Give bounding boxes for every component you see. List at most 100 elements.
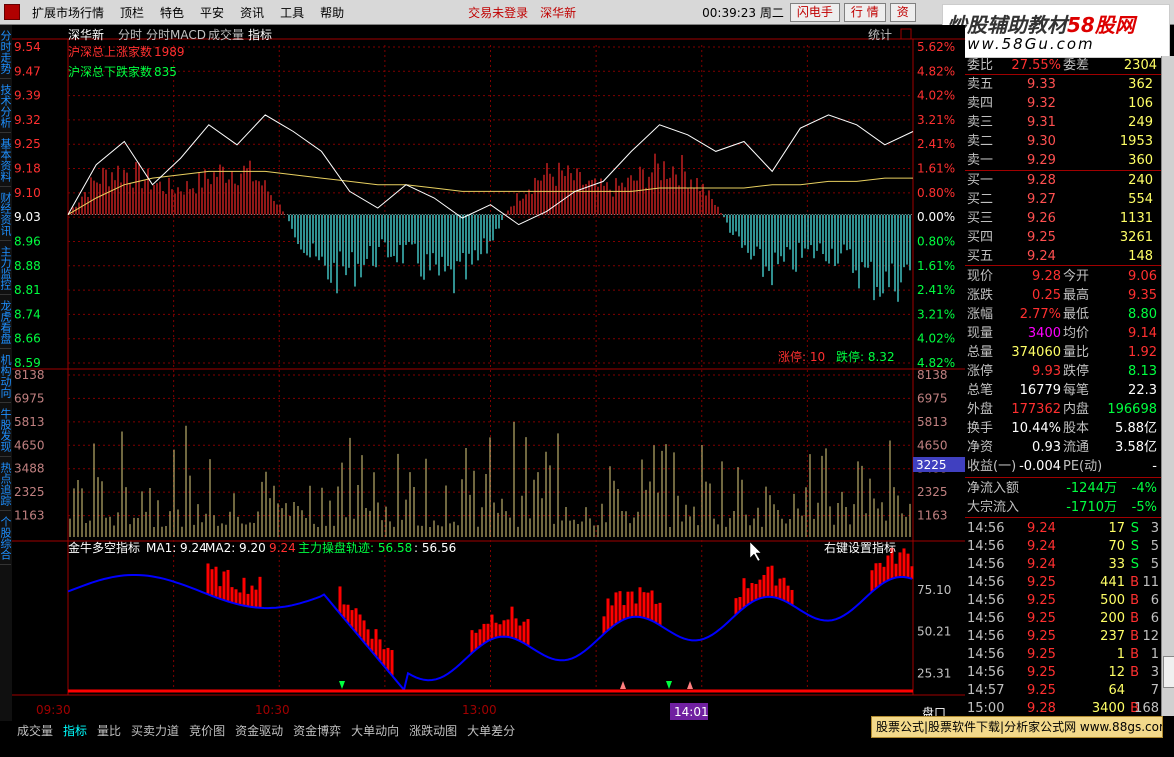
vol-tick: 4650: [917, 438, 948, 452]
pct-tick: 1.61%: [917, 162, 955, 176]
ad-banner[interactable]: 股票公式|股票软件下载|分析家公式网 www.88gs.com: [871, 716, 1163, 738]
bottom-tab-5[interactable]: 资金驱动: [230, 722, 288, 740]
tick-price: 9.24: [1027, 521, 1056, 536]
buy-row: 买三 9.26 1131: [965, 209, 1161, 228]
buy-label: 买二: [967, 192, 994, 207]
tick-row: 14:56 9.24 17 S 3: [965, 519, 1161, 538]
sell-volume: 1953: [1119, 134, 1153, 149]
time-label-1030: 10:30: [255, 703, 290, 717]
menu-item-news[interactable]: 资讯: [232, 4, 272, 21]
menu-item-market[interactable]: 扩展市场行情: [24, 4, 112, 21]
price-tick: 9.18: [14, 162, 41, 176]
left-tab-4[interactable]: 主力监控: [0, 241, 12, 295]
scrollbar-thumb[interactable]: [1163, 656, 1174, 688]
chart-tab-macd[interactable]: 分时MACD: [146, 28, 206, 42]
menu-item-special[interactable]: 特色: [152, 4, 192, 21]
bottom-tab-4[interactable]: 竞价图: [184, 722, 230, 740]
flow2-value: -1710万: [1066, 500, 1117, 515]
menu-item-pingan[interactable]: 平安: [192, 4, 232, 21]
stat-label-2: 最高: [1063, 288, 1090, 303]
intraday-chart[interactable]: 深华新 分时 分时MACD 成交量 指标 统计 沪深总上涨家数 1989 沪深总…: [12, 25, 965, 721]
left-tab-3[interactable]: 财经资讯: [0, 187, 12, 241]
sell-volume: 249: [1128, 115, 1153, 130]
stat-row: 外盘 177362 内盘 196698: [965, 400, 1161, 419]
left-tab-1[interactable]: 技术分析: [0, 79, 12, 133]
tick-scrollbar[interactable]: [1161, 56, 1174, 716]
bottom-tab-7[interactable]: 大单动向: [346, 722, 404, 740]
sell-row: 卖四 9.32 106: [965, 94, 1161, 113]
stats-button[interactable]: 统计: [868, 28, 892, 42]
left-tab-8[interactable]: 热点追踪: [0, 457, 12, 511]
adv-label: 沪深总上涨家数: [68, 44, 152, 59]
tick-volume: 441: [1100, 575, 1125, 590]
pct-tick: 1.61%: [917, 259, 955, 273]
tick-row: 14:56 9.25 441 B 11: [965, 573, 1161, 592]
tick-row: 14:56 9.24 70 S 5: [965, 537, 1161, 556]
tick-price: 9.25: [1027, 647, 1056, 662]
buy-volume: 148: [1128, 249, 1153, 264]
current-stock-name: 深华新: [540, 5, 577, 20]
bottom-tab-0[interactable]: 成交量: [12, 722, 58, 740]
indicator-settings[interactable]: 右键设置指标: [824, 540, 896, 555]
stat-value: 0.25: [1032, 288, 1061, 303]
left-tab-0[interactable]: 分时走势: [0, 25, 12, 79]
weicha-label: 委差: [1063, 58, 1090, 73]
tick-time: 14:56: [967, 539, 1005, 554]
buy-price: 9.25: [1027, 230, 1056, 245]
chart-area[interactable]: 深华新 分时 分时MACD 成交量 指标 统计 沪深总上涨家数 1989 沪深总…: [12, 25, 965, 721]
pct-tick: 2.41%: [917, 137, 955, 151]
flow2-pct: -5%: [1131, 500, 1157, 515]
tick-row: 14:57 9.25 64 7: [965, 681, 1161, 700]
app-window: 扩展市场行情 顶栏 特色 平安 资讯 工具 帮助 交易未登录 深华新 00:39…: [0, 0, 1174, 757]
left-tab-2[interactable]: 基本资料: [0, 133, 12, 187]
stat-row: 换手 10.44% 股本 5.88亿: [965, 419, 1161, 438]
bottom-tab-8[interactable]: 涨跌动图: [404, 722, 462, 740]
trade-login-status[interactable]: 交易未登录: [462, 4, 534, 21]
bottom-tab-2[interactable]: 量比: [92, 722, 126, 740]
quote-button[interactable]: 行 情: [843, 2, 886, 22]
chart-tab-volume[interactable]: 成交量: [208, 27, 244, 42]
tick-volume: 200: [1100, 611, 1125, 626]
left-tab-6[interactable]: 机构动向: [0, 349, 12, 403]
vol-tick: 5813: [14, 415, 45, 429]
vol-tick: 1163: [14, 509, 45, 523]
vol-tick: 4650: [14, 438, 45, 452]
app-logo-icon[interactable]: [4, 4, 20, 20]
sell-row: 卖五 9.33 362: [965, 75, 1161, 94]
chart-tab-fenshi[interactable]: 分时: [118, 28, 142, 42]
left-tab-9[interactable]: 个股综合: [0, 511, 12, 565]
chart-tab-indicator[interactable]: 指标: [248, 27, 272, 42]
dec-value: 835: [154, 65, 177, 79]
price-tick: 9.03: [14, 210, 41, 224]
stat-value-2: 196698: [1107, 402, 1157, 417]
sell-volume: 360: [1128, 153, 1153, 168]
flash-trade-button[interactable]: 闪电手: [789, 2, 840, 22]
menu-item-help[interactable]: 帮助: [312, 4, 352, 21]
info-button[interactable]: 资: [889, 2, 916, 22]
buy-price: 9.26: [1027, 211, 1056, 226]
buy-volume: 554: [1128, 192, 1153, 207]
left-tab-5[interactable]: 龙虎看盘: [0, 295, 12, 349]
pct-tick: 0.80%: [917, 234, 955, 248]
menu-item-tools[interactable]: 工具: [272, 4, 312, 21]
watermark-text-b: 58股网: [1067, 13, 1135, 37]
pct-tick: 0.00%: [917, 210, 955, 224]
bottom-tab-1[interactable]: 指标: [58, 722, 92, 740]
tick-count: 6: [1150, 593, 1159, 608]
tick-row: 14:56 9.25 1 B 1: [965, 645, 1161, 664]
buy-label: 买五: [967, 249, 994, 264]
flow1-value: -1244万: [1066, 481, 1117, 496]
stat-value: 9.93: [1032, 364, 1061, 379]
stat-row: 涨停 9.93 跌停 8.13: [965, 362, 1161, 381]
dec-label: 沪深总下跌家数: [68, 64, 152, 79]
sell-label: 卖五: [967, 77, 994, 92]
bottom-tab-6[interactable]: 资金博弈: [288, 722, 346, 740]
sell-price: 9.33: [1027, 77, 1056, 92]
bottom-tab-9[interactable]: 大单差分: [462, 722, 520, 740]
pct-tick: 4.82%: [917, 64, 955, 78]
tick-time: 14:56: [967, 575, 1005, 590]
left-tab-7[interactable]: 牛股发现: [0, 403, 12, 457]
bottom-tab-3[interactable]: 买卖力道: [126, 722, 184, 740]
vol-tick: 6975: [14, 391, 45, 405]
menu-item-topbar[interactable]: 顶栏: [112, 4, 152, 21]
